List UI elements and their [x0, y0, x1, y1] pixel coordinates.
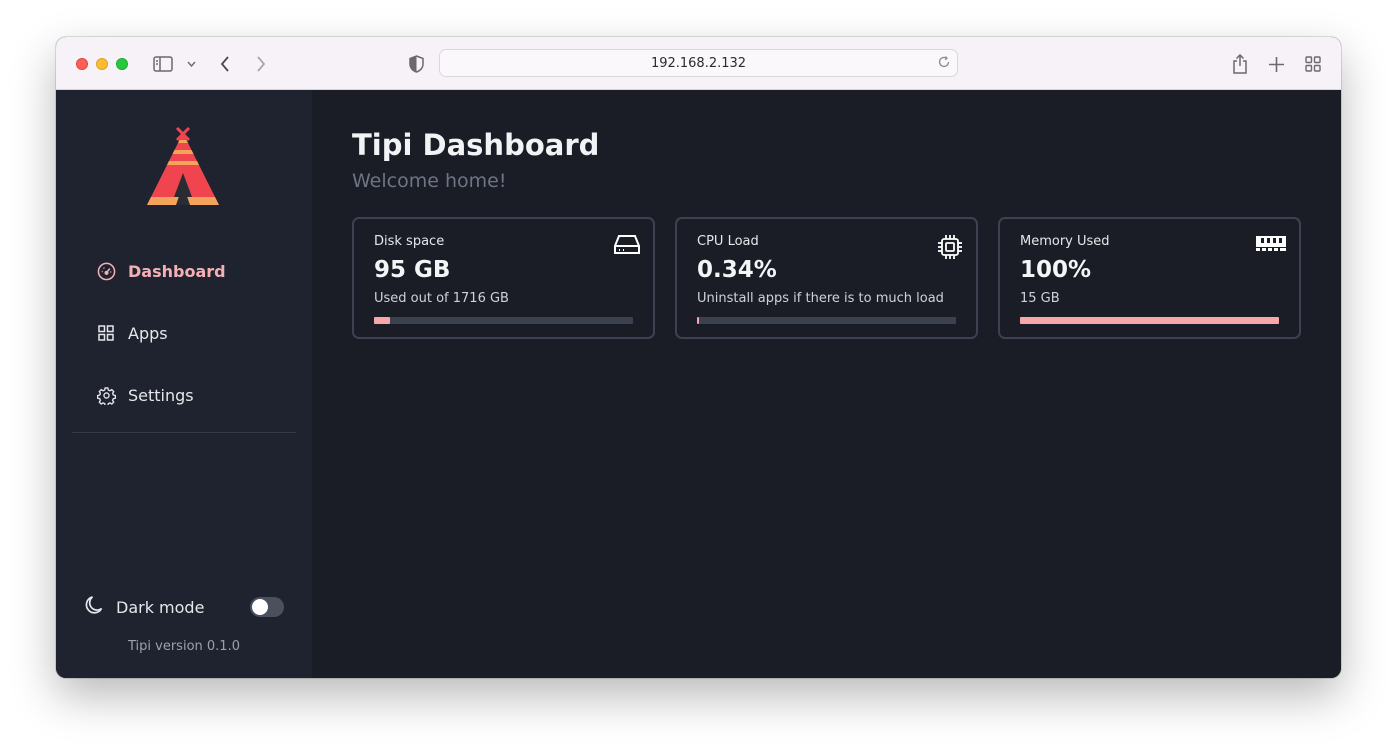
card-value: 0.34% — [697, 257, 777, 283]
page-subtitle: Welcome home! — [352, 170, 507, 192]
dashboard-gauge-icon — [96, 261, 116, 281]
sidebar-item-settings[interactable]: Settings — [96, 381, 194, 409]
browser-window: 192.168.2.132 Dashboard Apps Settings Da… — [56, 37, 1341, 678]
card-subtitle: Used out of 1716 GB — [374, 291, 509, 306]
dark-mode-label: Dark mode — [116, 597, 205, 617]
progress-fill — [374, 317, 390, 324]
tipi-logo — [145, 125, 222, 207]
card-value: 100% — [1020, 257, 1092, 283]
sidebar-item-label: Settings — [128, 385, 194, 405]
reload-icon[interactable] — [937, 55, 951, 73]
card-subtitle: 15 GB — [1020, 291, 1060, 306]
memory-ram-icon — [1255, 233, 1287, 257]
dark-mode-row: Dark mode — [84, 594, 204, 620]
sidebar-item-dashboard[interactable]: Dashboard — [96, 257, 226, 285]
page-title: Tipi Dashboard — [352, 128, 600, 162]
sidebar-item-label: Dashboard — [128, 261, 226, 281]
memory-used-card: Memory Used 100% 15 GB — [998, 217, 1301, 339]
back-arrow-icon[interactable] — [216, 53, 234, 75]
sidebar-item-apps[interactable]: Apps — [96, 319, 168, 347]
dark-mode-toggle[interactable] — [250, 597, 284, 617]
url-text: 192.168.2.132 — [650, 55, 747, 71]
privacy-shield-icon[interactable] — [406, 53, 426, 75]
progress-bar — [697, 317, 956, 324]
cpu-chip-icon — [936, 233, 964, 265]
forward-arrow-icon[interactable] — [252, 53, 270, 75]
gear-icon — [96, 385, 116, 405]
sidebar-item-label: Apps — [128, 323, 168, 343]
chevron-down-icon[interactable] — [185, 53, 197, 75]
cpu-load-card: CPU Load 0.34% Uninstall apps if there i… — [675, 217, 978, 339]
apps-grid-icon — [96, 323, 116, 343]
sidebar: Dashboard Apps Settings Dark mode Tipi v… — [56, 90, 312, 678]
card-title: Memory Used — [1020, 234, 1110, 249]
tab-overview-icon[interactable] — [1303, 53, 1323, 75]
moon-icon — [84, 594, 106, 620]
card-subtitle: Uninstall apps if there is to much load — [697, 291, 944, 306]
main-content: Tipi Dashboard Welcome home! Disk space … — [312, 90, 1341, 678]
toggle-knob — [252, 599, 268, 615]
version-text: Tipi version 0.1.0 — [128, 639, 240, 654]
new-tab-plus-icon[interactable] — [1266, 53, 1286, 75]
progress-fill — [1020, 317, 1279, 324]
progress-bar — [374, 317, 633, 324]
disk-space-card: Disk space 95 GB Used out of 1716 GB — [352, 217, 655, 339]
card-value: 95 GB — [374, 257, 451, 283]
progress-bar — [1020, 317, 1279, 324]
sidebar-divider — [72, 432, 296, 433]
minimize-window-button[interactable] — [96, 58, 108, 70]
address-bar[interactable]: 192.168.2.132 — [439, 49, 958, 77]
progress-fill — [697, 317, 699, 324]
close-window-button[interactable] — [76, 58, 88, 70]
share-icon[interactable] — [1230, 53, 1250, 75]
zoom-window-button[interactable] — [116, 58, 128, 70]
browser-toolbar: 192.168.2.132 — [56, 37, 1341, 90]
hard-drive-icon — [613, 233, 641, 261]
sidebar-toggle-icon[interactable] — [152, 53, 174, 75]
card-title: CPU Load — [697, 234, 759, 249]
card-title: Disk space — [374, 234, 445, 249]
